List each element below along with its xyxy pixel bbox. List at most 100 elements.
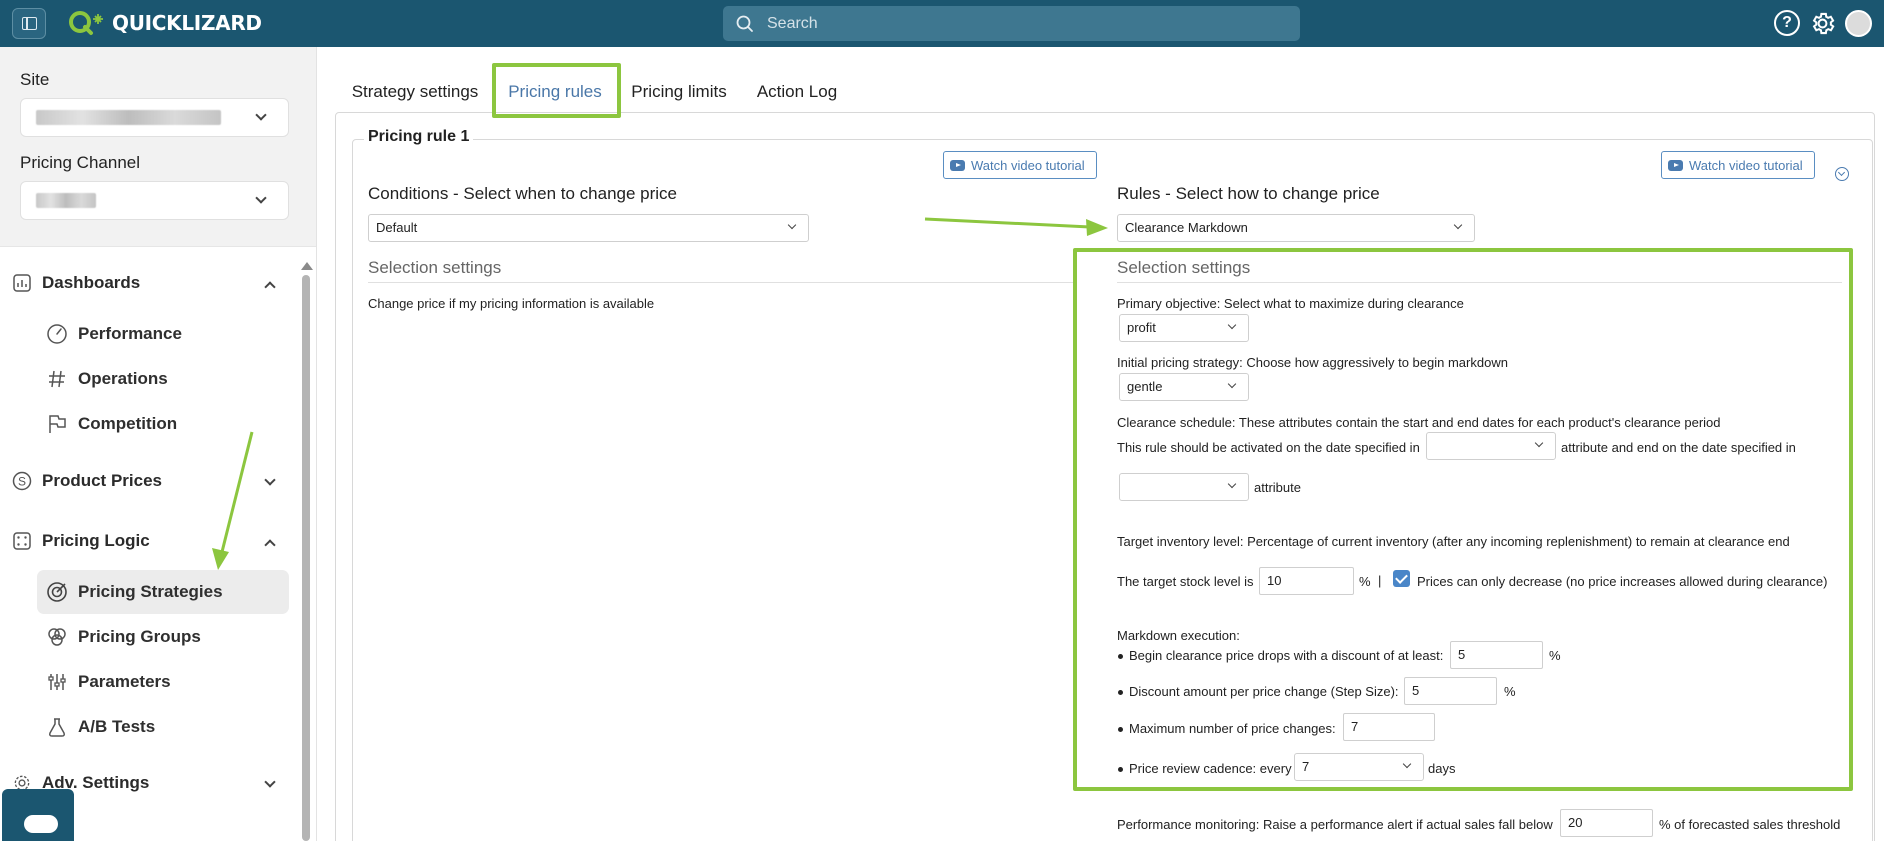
rules-heading: Rules - Select how to change price	[1117, 184, 1380, 203]
rules-section-title: Selection settings	[1117, 258, 1251, 277]
target-stock-input[interactable]: 10	[1259, 567, 1354, 595]
conditions-select-value: Default	[376, 220, 418, 235]
nav-section-label: Product Prices	[42, 471, 162, 490]
gear-icon[interactable]	[1809, 10, 1836, 37]
initial-strategy-label: Initial pricing strategy	[1117, 355, 1240, 370]
sidebar-scrollbar[interactable]	[300, 262, 313, 841]
sidebar: Site Pricing Channel Dashboards Performa…	[0, 47, 317, 841]
nav-section-label: Pricing Logic	[42, 531, 150, 550]
flag-icon	[49, 415, 66, 433]
nav-item-label: Performance	[78, 324, 182, 343]
tab-action-log[interactable]: Action Log	[752, 68, 842, 115]
decrease-only-checkbox[interactable]	[1393, 570, 1410, 587]
scroll-thumb[interactable]	[302, 275, 310, 841]
initial-strategy-desc: : Choose how aggressively to begin markd…	[1239, 355, 1508, 370]
help-icon[interactable]: ?	[1774, 10, 1800, 36]
download-icon[interactable]	[1835, 167, 1849, 181]
target-stock-text: The target stock level is	[1117, 574, 1254, 589]
tab-pricing-limits[interactable]: Pricing limits	[627, 68, 731, 115]
chevron-down-icon	[255, 109, 267, 121]
nav-section-product-prices[interactable]: S Product Prices	[12, 466, 282, 496]
channel-value-redacted	[36, 193, 96, 208]
nav-section-dashboards[interactable]: Dashboards	[12, 268, 282, 298]
primary-objective-select[interactable]: profit	[1119, 314, 1249, 342]
video-button-label: Watch video tutorial	[971, 157, 1085, 173]
monitoring-label: Performance monitoring	[1117, 817, 1256, 832]
gauge-icon	[47, 324, 67, 344]
nav-section-label: Dashboards	[42, 273, 141, 292]
percent-sign: %	[1549, 648, 1561, 663]
channel-select[interactable]	[20, 181, 289, 220]
conditions-select[interactable]: Default	[368, 214, 809, 242]
percent-sign: %	[1359, 574, 1371, 589]
nav-item-label: Operations	[78, 369, 168, 388]
target-desc: : Percentage of current inventory (after…	[1239, 534, 1790, 549]
rule-type-select[interactable]: Clearance Markdown	[1117, 214, 1475, 242]
chevron-down-icon	[1227, 320, 1237, 330]
chevron-down-icon	[1227, 479, 1237, 489]
user-avatar[interactable]	[1845, 10, 1872, 37]
bullet	[1118, 767, 1123, 772]
search-input[interactable]	[767, 6, 1287, 41]
nav-item-parameters[interactable]: Parameters	[37, 660, 289, 704]
max-changes-label: Maximum number of price changes:	[1129, 721, 1336, 736]
initial-strategy-value: gentle	[1127, 379, 1163, 394]
nav-item-competition[interactable]: Competition	[37, 402, 289, 446]
chevron-down-icon	[1453, 220, 1463, 230]
youtube-icon	[1668, 159, 1683, 171]
nav-item-label: Competition	[78, 414, 178, 433]
step-size-label: Discount amount per price change (Step S…	[1129, 684, 1399, 699]
search-bar	[723, 6, 1300, 41]
markdown-colon: :	[1236, 628, 1240, 643]
lizard-logo-icon	[69, 11, 103, 35]
circles-icon	[48, 628, 66, 646]
youtube-icon	[950, 159, 965, 171]
cadence-select[interactable]: 7	[1294, 753, 1424, 781]
nav-item-pricing-groups[interactable]: Pricing Groups	[37, 615, 289, 659]
bullet	[1118, 654, 1123, 659]
monitoring-input[interactable]: 20	[1560, 809, 1653, 837]
schedule-line-mid: attribute and end on the date specified …	[1561, 440, 1796, 455]
divider	[1117, 282, 1842, 283]
bullet	[1118, 690, 1123, 695]
tab-strategy-settings[interactable]: Strategy settings	[345, 68, 485, 115]
pricing-rule-title: Pricing rule 1	[364, 128, 474, 146]
chevron-down-icon	[255, 192, 267, 204]
schedule-end-attribute-select[interactable]	[1119, 473, 1249, 501]
dollar-icon: S	[12, 471, 32, 491]
nav-item-pricing-strategies[interactable]: Pricing Strategies	[37, 570, 289, 614]
target-icon	[47, 582, 67, 602]
initial-strategy-select[interactable]: gentle	[1119, 373, 1249, 401]
search-icon	[736, 15, 753, 32]
video-button-label: Watch video tutorial	[1689, 157, 1803, 173]
cadence-value: 7	[1302, 759, 1310, 774]
watch-video-rules-button[interactable]: Watch video tutorial	[1661, 151, 1815, 179]
svg-text:S: S	[18, 475, 26, 489]
sidebar-filters: Site Pricing Channel	[0, 47, 316, 247]
percent-sign: %	[1504, 684, 1516, 699]
logo[interactable]: QUICKLIZARD	[68, 8, 262, 38]
sidebar-toggle-button[interactable]	[12, 8, 46, 39]
top-bar: QUICKLIZARD ?	[0, 0, 1884, 47]
max-changes-input[interactable]: 7	[1343, 713, 1435, 741]
watch-video-conditions-button[interactable]: Watch video tutorial	[943, 151, 1097, 179]
monitoring-suffix: % of forecasted sales threshold	[1659, 817, 1841, 832]
nav-item-ab-tests[interactable]: A/B Tests	[37, 705, 289, 749]
divider	[368, 282, 1073, 283]
site-select[interactable]	[20, 98, 289, 137]
scroll-up-arrow-icon[interactable]	[301, 262, 313, 270]
cadence-unit: days	[1428, 761, 1456, 776]
decrease-only-label: Prices can only decrease (no price incre…	[1417, 574, 1828, 589]
begin-discount-input[interactable]: 5	[1450, 641, 1543, 669]
chat-widget-button[interactable]	[2, 789, 74, 841]
schedule-start-attribute-select[interactable]	[1426, 432, 1556, 460]
nav-item-label: Parameters	[78, 672, 171, 691]
nav-item-label: Pricing Strategies	[78, 582, 223, 601]
schedule-label: Clearance schedule	[1117, 415, 1232, 430]
nav-item-operations[interactable]: Operations	[37, 357, 289, 401]
conditions-text: Change price if my pricing information i…	[368, 296, 655, 311]
nav-item-performance[interactable]: Performance	[37, 312, 289, 356]
sliders-icon	[48, 674, 66, 690]
step-size-input[interactable]: 5	[1404, 677, 1497, 705]
nav-section-pricing-logic[interactable]: Pricing Logic	[12, 526, 282, 556]
